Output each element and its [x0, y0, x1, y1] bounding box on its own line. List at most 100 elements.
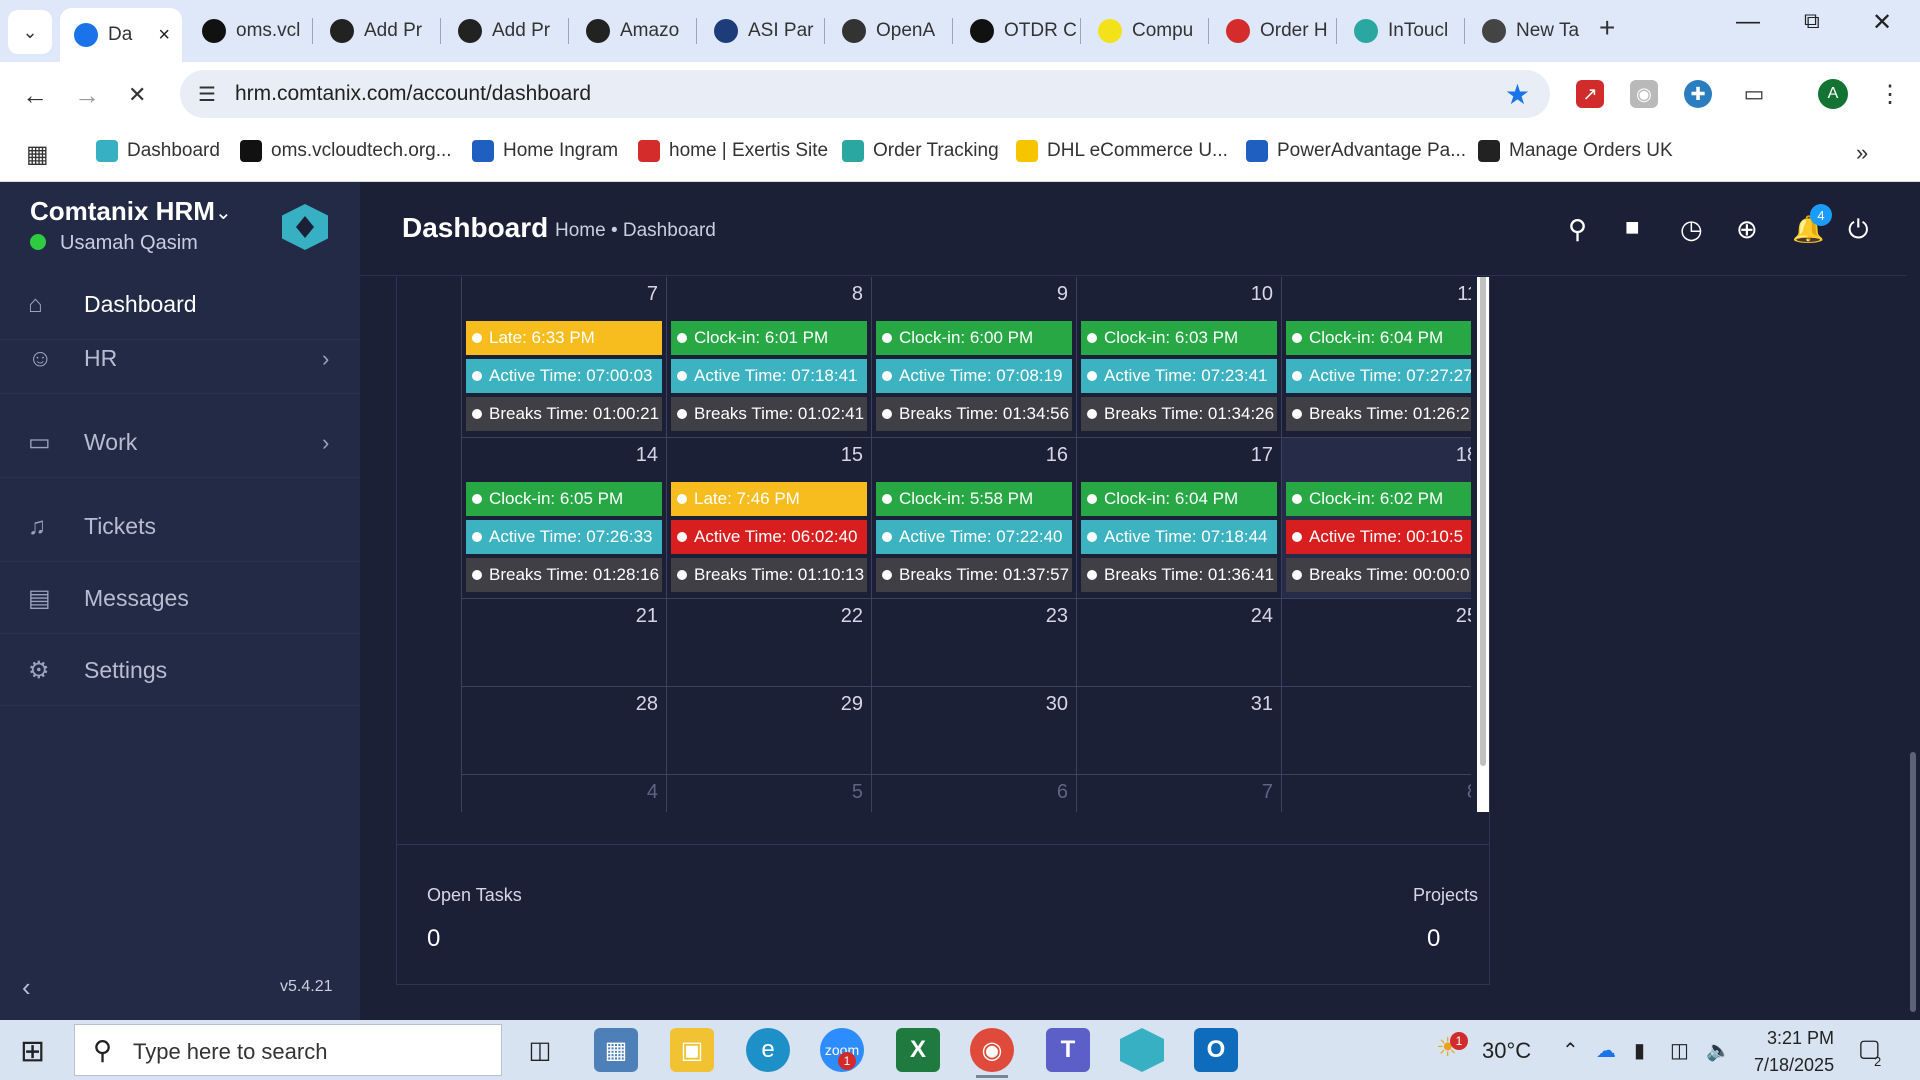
browser-tab[interactable]: Da × — [60, 8, 182, 62]
calendar-day-cell[interactable]: 14 Clock-in: 6:05 PM Active Time: 07:26:33… — [462, 438, 667, 599]
windows-start-icon[interactable]: ⊞ — [20, 1034, 45, 1069]
extensions-puzzle-icon[interactable]: ▭ — [1740, 80, 1768, 108]
notes-icon[interactable]: ■ — [1625, 214, 1640, 242]
projects-value[interactable]: 0 — [1427, 925, 1440, 953]
calendar-scrollbar[interactable] — [1477, 277, 1489, 812]
chevron-down-icon[interactable]: ⌄ — [215, 200, 232, 225]
browser-tab[interactable]: Compu — [1084, 10, 1204, 52]
calendar-day-cell[interactable]: 23 — [872, 599, 1077, 687]
clock-icon[interactable]: ◷ — [1680, 214, 1703, 245]
stop-loading-button[interactable]: ✕ — [128, 82, 146, 108]
calendar-day-cell[interactable]: 6 — [872, 775, 1077, 812]
calendar-day-cell[interactable]: 31 — [1077, 687, 1282, 775]
sidebar-item-messages[interactable]: ▤ Messages — [0, 564, 360, 634]
apps-grid-icon[interactable]: ▦ — [26, 140, 49, 169]
calendar-event[interactable]: Breaks Time: 01:34:56 — [876, 397, 1072, 431]
back-button[interactable]: ← — [22, 80, 48, 111]
browser-tab[interactable]: Amazo — [572, 10, 692, 52]
calendar-day-cell[interactable]: 9 Clock-in: 6:00 PM Active Time: 07:08:19 B… — [872, 277, 1077, 438]
calendar-day-cell[interactable]: 18 Clock-in: 6:02 PM Active Time: 00:10:5 B… — [1282, 438, 1471, 599]
volume-icon[interactable]: 🔈 — [1706, 1038, 1731, 1063]
calendar-event[interactable]: Clock-in: 6:04 PM — [1081, 482, 1277, 516]
calendar-event[interactable]: Active Time: 07:23:41 — [1081, 359, 1277, 393]
browser-tab[interactable]: New Ta — [1468, 10, 1588, 52]
brand-name[interactable]: Comtanix HRM — [30, 196, 215, 227]
close-window-button[interactable]: ✕ — [1872, 8, 1892, 37]
calendar-event[interactable]: Active Time: 06:02:40 — [671, 520, 867, 554]
calendar-event[interactable]: Late: 6:33 PM — [466, 321, 662, 355]
calendar-event[interactable]: Active Time: 07:08:19 — [876, 359, 1072, 393]
bookmark-item[interactable]: Manage Orders UK — [1478, 140, 1673, 162]
calendar-event[interactable]: Active Time: 07:00:03 — [466, 359, 662, 393]
calendar-day-cell[interactable]: 30 — [872, 687, 1077, 775]
bookmark-item[interactable]: Dashboard — [96, 140, 220, 162]
power-icon[interactable]: ⏻ — [1848, 214, 1869, 246]
calendar-event[interactable]: Active Time: 07:27:27 — [1286, 359, 1471, 393]
collapse-sidebar-icon[interactable]: ‹ — [22, 972, 31, 1003]
address-bar[interactable]: ☰ hrm.comtanix.com/account/dashboard ★ — [180, 70, 1550, 118]
browser-tab[interactable]: OpenA — [828, 10, 948, 52]
calendar-event[interactable]: Breaks Time: 01:00:21 — [466, 397, 662, 431]
sidebar-item-tickets[interactable]: ♫ Tickets — [0, 492, 360, 562]
calendar-event[interactable]: Breaks Time: 01:28:16 — [466, 558, 662, 592]
system-clock[interactable]: 3:21 PM 7/18/2025 — [1754, 1028, 1834, 1076]
calendar-day-cell[interactable]: 7 — [1077, 775, 1282, 812]
site-settings-icon[interactable]: ☰ — [198, 82, 216, 107]
bookmark-item[interactable]: Order Tracking — [842, 140, 999, 162]
pdf-extension-icon[interactable]: ↗ — [1576, 80, 1604, 108]
bookmark-item[interactable]: DHL eCommerce U... — [1016, 140, 1228, 162]
browser-tab[interactable]: OTDR C — [956, 10, 1076, 52]
attendance-calendar[interactable]: 7 Late: 6:33 PM Active Time: 07:00:03 Break… — [461, 277, 1471, 812]
browser-tab[interactable]: oms.vcl — [188, 10, 308, 52]
bookmark-item[interactable]: PowerAdvantage Pa... — [1246, 140, 1466, 162]
bookmark-item[interactable]: oms.vcloudtech.org... — [240, 140, 452, 162]
calendar-day-cell[interactable]: 22 — [667, 599, 872, 687]
calendar-day-cell[interactable]: 28 — [462, 687, 667, 775]
calendar-event[interactable]: Active Time: 07:22:40 — [876, 520, 1072, 554]
scrollbar-thumb[interactable] — [1910, 752, 1916, 1012]
sidebar-item-work[interactable]: ▭ Work › — [0, 408, 360, 478]
calendar-day-cell[interactable]: 5 — [667, 775, 872, 812]
calendar-event[interactable]: Breaks Time: 01:10:13 — [671, 558, 867, 592]
calendar-day-cell[interactable]: 29 — [667, 687, 872, 775]
calendar-event[interactable]: Clock-in: 6:03 PM — [1081, 321, 1277, 355]
calendar-event[interactable]: Breaks Time: 01:02:41 — [671, 397, 867, 431]
bookmark-item[interactable]: Home Ingram — [472, 140, 618, 162]
bookmark-item[interactable]: home | Exertis Site — [638, 140, 828, 162]
calendar-event[interactable]: Clock-in: 6:00 PM — [876, 321, 1072, 355]
calendar-day-cell[interactable]: 24 — [1077, 599, 1282, 687]
calendar-event[interactable]: Clock-in: 5:58 PM — [876, 482, 1072, 516]
calendar-event[interactable]: Active Time: 00:10:5 — [1286, 520, 1471, 554]
calendar-day-cell[interactable]: 17 Clock-in: 6:04 PM Active Time: 07:18:44… — [1077, 438, 1282, 599]
browser-tab[interactable]: Add Pr — [444, 10, 564, 52]
open-tasks-value[interactable]: 0 — [427, 925, 440, 953]
calendar-day-cell[interactable]: 4 — [462, 775, 667, 812]
breadcrumb[interactable]: Home • Dashboard — [555, 220, 716, 242]
browser-tab[interactable]: Order H — [1212, 10, 1332, 52]
chrome-icon[interactable]: ◉ — [970, 1028, 1014, 1078]
teams-icon[interactable]: T — [1046, 1028, 1090, 1072]
outlook-icon[interactable]: O — [1194, 1028, 1238, 1072]
calendar-event[interactable]: Active Time: 07:18:41 — [671, 359, 867, 393]
calendar-event[interactable]: Late: 7:46 PM — [671, 482, 867, 516]
tab-search-button[interactable]: ⌄ — [8, 10, 52, 54]
forward-button[interactable]: → — [74, 80, 100, 111]
taskbar-search-box[interactable]: ⚲ Type here to search — [74, 1024, 502, 1076]
globe-extension-icon[interactable]: ◉ — [1630, 80, 1658, 108]
add-circle-icon[interactable]: ⊕ — [1736, 214, 1758, 245]
url-text[interactable]: hrm.comtanix.com/account/dashboard — [235, 82, 591, 106]
browser-tab[interactable]: InToucl — [1340, 10, 1460, 52]
calendar-event[interactable]: Clock-in: 6:04 PM — [1286, 321, 1471, 355]
sidebar-item-settings[interactable]: ⚙ Settings — [0, 636, 360, 706]
minimize-button[interactable]: — — [1736, 8, 1760, 36]
browser-menu-icon[interactable]: ⋮ — [1878, 80, 1902, 109]
network-icon[interactable]: ◫ — [1670, 1038, 1689, 1063]
close-tab-icon[interactable]: × — [158, 24, 170, 47]
calendar-event[interactable]: Breaks Time: 01:37:57 — [876, 558, 1072, 592]
calendar-day-cell[interactable]: 11 Clock-in: 6:04 PM Active Time: 07:27:27… — [1282, 277, 1471, 438]
calendar-event[interactable]: Breaks Time: 01:34:26 — [1081, 397, 1277, 431]
calendar-day-cell[interactable]: 21 — [462, 599, 667, 687]
new-tab-button[interactable]: + — [1599, 12, 1615, 44]
calendar-day-cell[interactable] — [1282, 687, 1471, 775]
bookmark-star-icon[interactable]: ★ — [1505, 78, 1530, 111]
